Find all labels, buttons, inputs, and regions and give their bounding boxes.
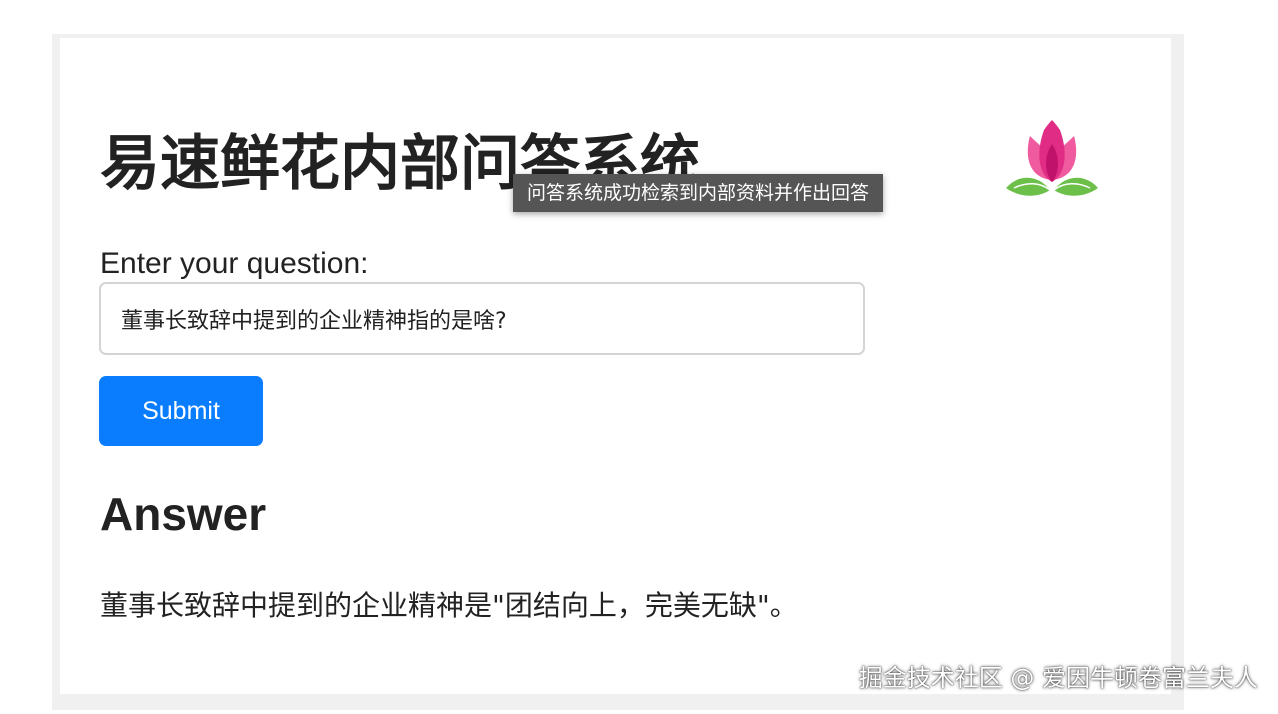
answer-heading: Answer — [100, 488, 267, 540]
tulip-flower-icon — [1000, 118, 1104, 206]
watermark: 掘金技术社区 @ 爱因牛顿卷富兰夫人 — [858, 664, 1258, 692]
answer-text: 董事长致辞中提到的企业精神是"团结向上，完美无缺"。 — [100, 589, 798, 622]
success-tooltip: 问答系统成功检索到内部资料并作出回答 — [513, 174, 884, 212]
submit-button[interactable]: Submit — [99, 376, 263, 446]
question-label: Enter your question: — [100, 247, 369, 280]
question-input[interactable] — [99, 282, 865, 355]
